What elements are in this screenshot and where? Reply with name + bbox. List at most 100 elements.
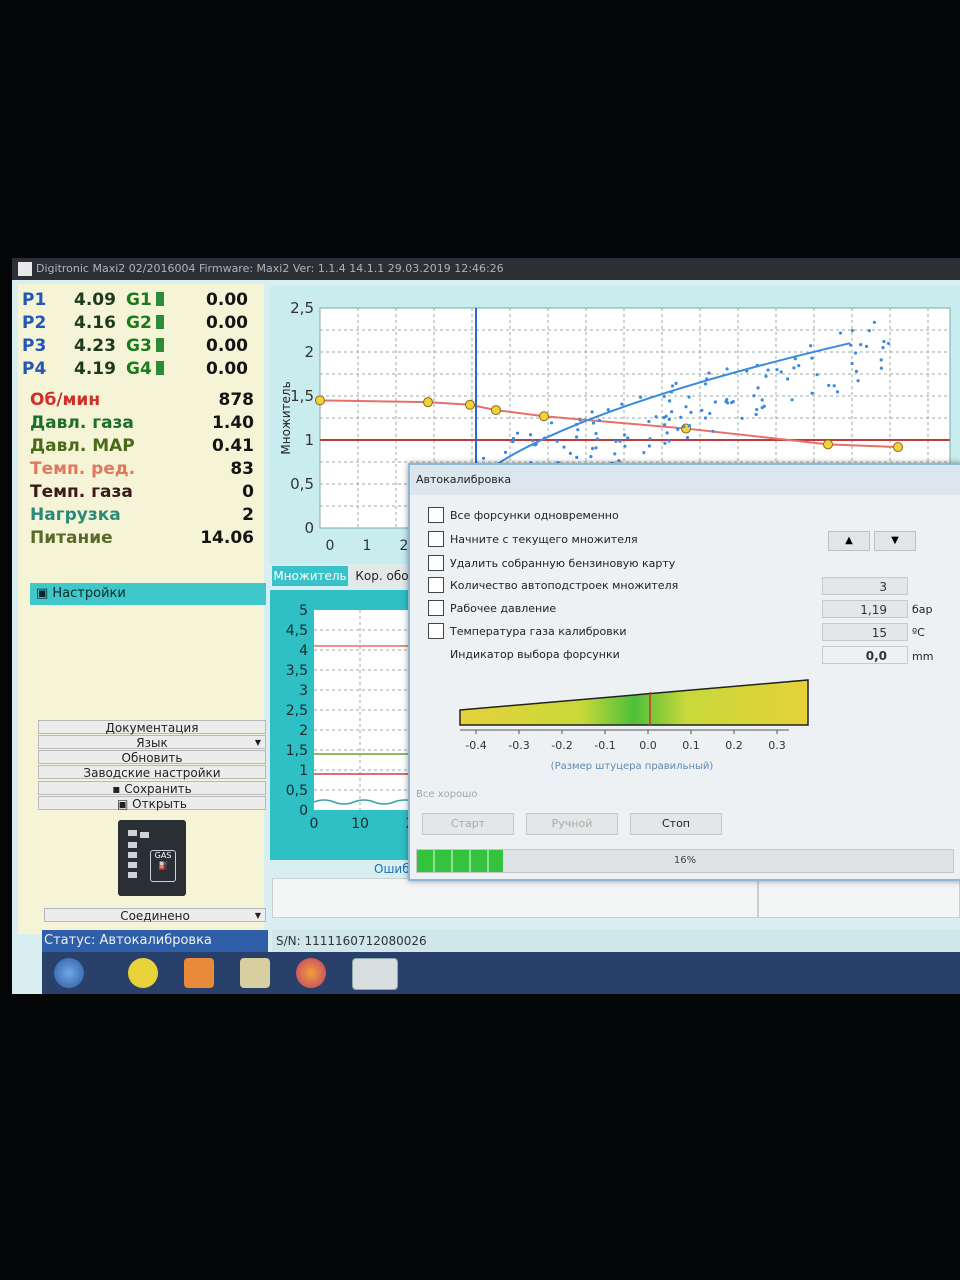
progress-bar: 16%: [416, 849, 954, 873]
taskbar: [42, 952, 960, 994]
sample-point: [606, 408, 610, 412]
sample-point: [575, 455, 579, 459]
tab-multiplier-label: Множитель: [273, 569, 347, 583]
sample-point: [503, 450, 508, 454]
multiplier-point[interactable]: [491, 405, 501, 416]
tab-multiplier[interactable]: Множитель: [272, 566, 348, 586]
1c-app-icon[interactable]: [128, 958, 158, 988]
sample-point: [755, 363, 759, 367]
progress-label: 16%: [673, 855, 697, 866]
factory-settings-button[interactable]: Заводские настройки: [38, 765, 266, 780]
sample-point: [711, 429, 715, 433]
sample-point: [835, 390, 840, 394]
multiplier-point[interactable]: [315, 395, 325, 406]
param-value: 0.41: [212, 436, 254, 456]
sample-point: [792, 366, 796, 370]
sample-point: [670, 390, 674, 394]
sample-point: [530, 439, 535, 443]
sample-point: [597, 418, 602, 422]
sample-point: [760, 398, 764, 402]
working-pressure-spinner[interactable]: 1,19: [822, 600, 908, 618]
manual-button[interactable]: Ручной: [526, 813, 618, 835]
sample-point: [703, 382, 708, 386]
language-dropdown[interactable]: Язык ▼: [38, 735, 266, 750]
start-button[interactable]: Старт: [422, 813, 514, 835]
param-value: 14.06: [200, 528, 254, 548]
settings-button[interactable]: ▣ Настройки: [30, 583, 266, 605]
media-player-icon[interactable]: [184, 958, 214, 988]
sample-point: [879, 366, 883, 370]
sample-point: [647, 444, 652, 448]
sample-point: [574, 435, 579, 439]
gas-injector-label: G4: [126, 359, 152, 379]
move-up-button[interactable]: ▲: [828, 531, 870, 551]
sample-point: [654, 415, 658, 419]
multiplier-point[interactable]: [893, 442, 903, 453]
tab-correction[interactable]: Кор. обо: [352, 566, 412, 586]
sample-point: [707, 371, 711, 375]
auto-adjust-count-checkbox[interactable]: [428, 577, 444, 593]
files-icon[interactable]: [240, 958, 270, 988]
y-tick-label: 1,5: [290, 387, 314, 405]
auto-adjust-count-spinner[interactable]: 3: [822, 577, 908, 595]
y-tick-label: 5: [299, 603, 308, 619]
sample-point: [755, 407, 759, 412]
scale-tick-label: 0.1: [682, 739, 700, 752]
sample-point: [689, 410, 693, 414]
nozzle-size-spinner[interactable]: 0,0: [822, 646, 908, 664]
y-tick-label: 2: [304, 343, 314, 361]
update-button[interactable]: Обновить: [38, 750, 266, 765]
sample-point: [590, 410, 594, 414]
sample-point: [562, 445, 566, 449]
sample-point: [590, 446, 595, 451]
firefox-icon[interactable]: [296, 958, 326, 988]
start-button-icon[interactable]: [54, 958, 84, 988]
sample-point: [854, 369, 859, 374]
open-button[interactable]: ▣ Открыть: [38, 796, 266, 811]
connection-dropdown[interactable]: Соединено ▼: [44, 908, 266, 923]
y-tick-label: 0: [304, 519, 314, 537]
delete-petrol-map-checkbox[interactable]: [428, 555, 444, 571]
gas-temp-label: Температура газа калибровки: [450, 625, 627, 638]
folder-icon: ▣: [36, 586, 53, 601]
delete-petrol-map-label: Удалить собранную бензиновую карту: [450, 557, 676, 570]
gas-switch-widget[interactable]: GAS ⛽: [118, 820, 186, 896]
dialog-title: Автокалибровка: [410, 465, 960, 495]
documentation-button[interactable]: Документация: [38, 720, 266, 735]
scale-tick-label: 0.2: [725, 739, 743, 752]
sample-point: [740, 416, 744, 420]
save-button[interactable]: ▪ Сохранить: [38, 781, 266, 796]
sample-point: [667, 399, 672, 403]
working-pressure-checkbox[interactable]: [428, 600, 444, 616]
sample-point: [623, 444, 627, 448]
stop-button[interactable]: Стоп: [630, 813, 722, 835]
multiplier-point[interactable]: [465, 399, 475, 410]
sample-point: [685, 435, 690, 440]
gas-temp-checkbox[interactable]: [428, 623, 444, 639]
pressure-value: 4.19: [74, 359, 116, 379]
tab-correction-label: Кор. обо: [355, 569, 409, 583]
pressure-row: P1 4.09 G1 0.00: [22, 290, 248, 310]
sample-point: [853, 351, 858, 355]
lower-chart: 54,543,532,521,510,500102: [286, 603, 421, 832]
multiplier-point[interactable]: [823, 439, 833, 450]
sample-point: [642, 450, 646, 455]
start-current-multiplier-checkbox[interactable]: [428, 531, 444, 547]
multiplier-point[interactable]: [423, 397, 433, 408]
y-tick-label: 2,5: [286, 703, 308, 719]
move-down-button[interactable]: ▼: [874, 531, 916, 551]
autocalibration-dialog: Автокалибровка Все форсунки одновременно…: [408, 463, 960, 881]
chevron-down-icon: ▼: [254, 738, 261, 747]
diagnostic-app-icon[interactable]: [352, 958, 398, 990]
scale-tick-label: -0.1: [594, 739, 615, 752]
sample-point: [775, 368, 779, 372]
working-pressure-label: Рабочее давление: [450, 602, 557, 615]
sample-point: [867, 329, 871, 333]
pressure-label: P1: [22, 290, 47, 310]
all-injectors-checkbox[interactable]: [428, 507, 444, 523]
multiplier-point[interactable]: [539, 411, 549, 422]
sample-point: [856, 379, 860, 383]
sample-point: [703, 416, 708, 420]
sample-point: [515, 431, 520, 435]
gas-temp-spinner[interactable]: 15: [822, 623, 908, 641]
